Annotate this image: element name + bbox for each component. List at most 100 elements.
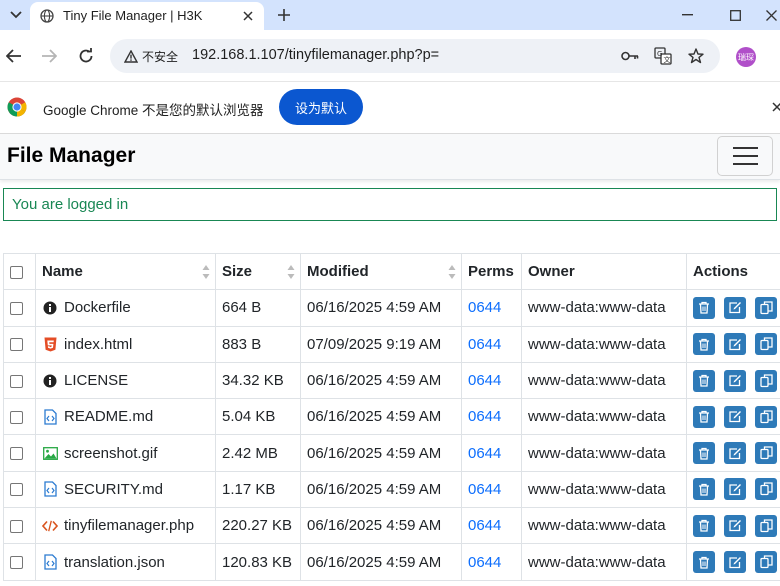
owner-column-header: Owner — [521, 252, 687, 291]
row-checkbox[interactable] — [10, 483, 23, 497]
minimize-icon[interactable] — [664, 0, 710, 30]
file-name-link[interactable]: LICENSE — [64, 372, 128, 389]
copy-button[interactable] — [755, 405, 777, 428]
select-all-checkbox[interactable] — [10, 265, 23, 279]
copy-button[interactable] — [755, 478, 777, 501]
modified-column-header[interactable]: Modified — [300, 252, 462, 291]
close-window-icon[interactable] — [748, 0, 780, 30]
copy-button[interactable] — [755, 442, 777, 465]
copy-button[interactable] — [755, 296, 777, 319]
perms-link[interactable]: 0644 — [468, 299, 501, 316]
row-checkbox[interactable] — [10, 301, 23, 315]
perms-link[interactable]: 0644 — [468, 336, 501, 353]
delete-button[interactable] — [693, 478, 715, 501]
rename-button[interactable] — [724, 478, 746, 501]
table-row[interactable]: screenshot.gif 2.42 MB 06/16/2025 4:59 AM 0… — [3, 434, 780, 472]
file-name-link[interactable]: SECURITY.md — [64, 481, 163, 498]
table-row[interactable]: LICENSE 34.32 KB 06/16/2025 4:59 AM 0644 www… — [3, 361, 780, 400]
delete-icon — [698, 447, 710, 460]
size-cell: 664 B — [215, 289, 301, 327]
size-cell: 220.27 KB — [215, 507, 301, 545]
row-checkbox[interactable] — [10, 374, 23, 388]
rename-button[interactable] — [724, 442, 746, 465]
file-name-link[interactable]: translation.json — [64, 554, 165, 571]
menu-toggle-button[interactable] — [717, 136, 773, 176]
name-column-header[interactable]: Name — [35, 252, 216, 291]
address-bar[interactable]: 不安全 192.168.1.107/tinyfilemanager.php?p=… — [110, 39, 720, 73]
set-default-button[interactable]: 设为默认 — [279, 89, 363, 125]
file-name-link[interactable]: README.md — [64, 408, 153, 425]
table-row[interactable]: SECURITY.md 1.17 KB 06/16/2025 4:59 AM 0644… — [3, 470, 780, 509]
table-row[interactable]: Dockerfile 664 B 06/16/2025 4:59 AM 0644 www… — [3, 289, 780, 327]
new-tab-icon[interactable] — [274, 5, 294, 25]
browser-tab[interactable]: Tiny File Manager | H3K — [30, 2, 264, 30]
svg-text:文: 文 — [664, 55, 671, 64]
security-chip[interactable]: 不安全 — [118, 44, 184, 68]
delete-button[interactable] — [693, 442, 715, 465]
delete-button[interactable] — [693, 514, 715, 537]
edit-icon — [728, 519, 742, 532]
forward-icon[interactable] — [37, 44, 61, 68]
copy-button[interactable] — [755, 369, 777, 392]
rename-button[interactable] — [724, 405, 746, 428]
tab-search-chevron-icon[interactable] — [6, 6, 26, 24]
url-text[interactable]: 192.168.1.107/tinyfilemanager.php?p= — [192, 47, 439, 63]
delete-button[interactable] — [693, 296, 715, 319]
perms-link[interactable]: 0644 — [468, 372, 501, 389]
sort-icon — [287, 265, 295, 279]
close-tab-icon[interactable] — [240, 8, 256, 24]
delete-button[interactable] — [693, 405, 715, 428]
table-row[interactable]: index.html 883 B 07/09/2025 9:19 AM 0644 www… — [3, 325, 780, 363]
size-cell: 1.17 KB — [215, 470, 301, 509]
column-label: Name — [42, 263, 83, 281]
perms-link[interactable]: 0644 — [468, 554, 501, 571]
back-icon[interactable] — [2, 44, 26, 68]
rename-button[interactable] — [724, 369, 746, 392]
file-name-link[interactable]: screenshot.gif — [64, 445, 157, 462]
copy-button[interactable] — [755, 333, 777, 356]
row-checkbox[interactable] — [10, 556, 23, 570]
profile-avatar[interactable]: 瑞琛 — [736, 47, 756, 67]
reload-icon[interactable] — [74, 44, 98, 68]
perms-link[interactable]: 0644 — [468, 481, 501, 498]
row-checkbox[interactable] — [10, 519, 23, 533]
modified-cell: 06/16/2025 4:59 AM — [300, 507, 462, 545]
perms-cell: 0644 — [461, 398, 522, 436]
perms-link[interactable]: 0644 — [468, 408, 501, 425]
perms-link[interactable]: 0644 — [468, 445, 501, 462]
row-select-cell — [3, 289, 36, 327]
delete-button[interactable] — [693, 551, 715, 574]
code-icon — [42, 518, 58, 534]
perms-cell: 0644 — [461, 325, 522, 363]
rename-button[interactable] — [724, 296, 746, 319]
rename-button[interactable] — [724, 514, 746, 537]
copy-button[interactable] — [755, 514, 777, 537]
file-name-link[interactable]: Dockerfile — [64, 299, 131, 316]
row-checkbox[interactable] — [10, 410, 23, 424]
size-column-header[interactable]: Size — [215, 252, 301, 291]
translate-icon[interactable]: G文 — [653, 47, 673, 65]
table-row[interactable]: tinyfilemanager.php 220.27 KB 06/16/2025 4… — [3, 507, 780, 545]
perms-link[interactable]: 0644 — [468, 517, 501, 534]
file-name-link[interactable]: index.html — [64, 336, 132, 353]
copy-icon — [759, 446, 773, 460]
tab-strip: Tiny File Manager | H3K — [0, 0, 780, 30]
table-row[interactable]: translation.json 120.83 KB 06/16/2025 4:59… — [3, 543, 780, 581]
row-checkbox[interactable] — [10, 447, 23, 461]
copy-button[interactable] — [755, 551, 777, 574]
delete-button[interactable] — [693, 333, 715, 356]
row-select-cell — [3, 398, 36, 436]
table-row[interactable]: README.md 5.04 KB 06/16/2025 4:59 AM 0644 ww… — [3, 398, 780, 436]
bookmark-star-icon[interactable] — [686, 47, 706, 65]
delete-icon — [698, 374, 710, 387]
file-name-link[interactable]: tinyfilemanager.php — [64, 517, 194, 534]
row-checkbox[interactable] — [10, 338, 23, 352]
infobar-close-icon[interactable] — [770, 100, 780, 114]
info-icon — [42, 373, 58, 389]
rename-button[interactable] — [724, 551, 746, 574]
security-label: 不安全 — [142, 49, 179, 64]
rename-button[interactable] — [724, 333, 746, 356]
delete-button[interactable] — [693, 369, 715, 392]
app-brand[interactable]: File Manager — [7, 144, 135, 168]
key-icon[interactable] — [620, 47, 640, 65]
